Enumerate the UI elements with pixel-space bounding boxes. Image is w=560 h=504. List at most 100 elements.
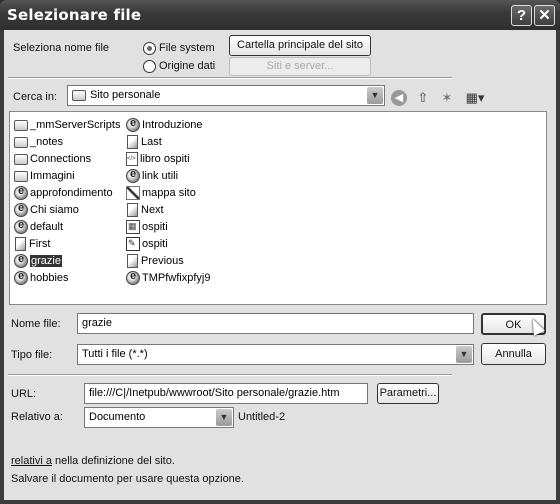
chevron-down-icon[interactable]: ▼	[367, 87, 383, 104]
view-menu-icon[interactable]: ▦▾	[462, 89, 488, 107]
new-folder-icon[interactable]: ✶	[438, 89, 456, 107]
file-item[interactable]: libro ospiti	[126, 150, 190, 167]
file-name: ospiti	[142, 237, 168, 250]
html-file-icon	[126, 270, 140, 285]
filetype-label: Tipo file:	[11, 349, 53, 361]
relative-to-link[interactable]: relativi a	[11, 455, 52, 467]
file-name: Connections	[30, 152, 92, 165]
file-item[interactable]: ospiti	[126, 235, 168, 252]
file-name: Introduzione	[142, 118, 203, 131]
folder-icon	[14, 154, 28, 165]
url-label: URL:	[11, 388, 37, 400]
look-in-label: Cerca in:	[13, 91, 58, 103]
back-icon[interactable]: ◀	[391, 90, 407, 106]
html-file-icon	[14, 253, 28, 268]
doc-file-icon	[127, 253, 138, 268]
look-in-value: Sito personale	[90, 89, 161, 101]
folder-icon	[14, 137, 28, 148]
file-name: grazie	[30, 254, 62, 267]
filename-input[interactable]: grazie	[77, 313, 474, 334]
site-root-button[interactable]: Cartella principale del sito	[229, 35, 371, 56]
doc-file-icon	[127, 202, 138, 217]
file-name: libro ospiti	[140, 152, 190, 165]
file-item[interactable]: mappa sito	[126, 184, 196, 201]
file-name: TMPfwfixpfyj9	[142, 271, 211, 284]
file-item[interactable]: Introduzione	[126, 116, 203, 133]
up-folder-icon[interactable]: ⇧	[414, 89, 432, 107]
file-item[interactable]: grazie	[14, 252, 62, 269]
file-item[interactable]: Connections	[14, 150, 91, 167]
html-file-icon	[126, 168, 140, 183]
sites-servers-button[interactable]: Siti e server...	[229, 57, 371, 76]
window-title: Selezionare file	[7, 6, 142, 24]
folder-icon	[14, 171, 28, 182]
select-source-label: Seleziona nome file	[13, 42, 110, 54]
help-button[interactable]: ?	[511, 5, 532, 26]
file-name: approfondimento	[30, 186, 113, 199]
document-name: Untitled-2	[238, 411, 286, 423]
file-system-radio[interactable]	[143, 42, 156, 55]
filetype-value: Tutti i file (*.*)	[82, 348, 148, 360]
params-button[interactable]: Parametri...	[377, 383, 439, 404]
file-item[interactable]: default	[14, 218, 63, 235]
html-file-icon	[14, 270, 28, 285]
file-name: mappa sito	[142, 186, 196, 199]
folder-icon	[14, 120, 28, 131]
file-name: Next	[141, 203, 164, 216]
filename-label: Nome file:	[11, 318, 61, 330]
filetype-combo[interactable]: Tutti i file (*.*) ▼	[77, 344, 474, 365]
data-source-label[interactable]: Origine dati	[159, 60, 215, 72]
file-item[interactable]: Previous	[126, 252, 184, 269]
file-item[interactable]: TMPfwfixpfyj9	[126, 269, 210, 286]
chevron-down-icon[interactable]: ▼	[456, 346, 472, 363]
cancel-button[interactable]: Annulla	[481, 343, 546, 365]
html-file-icon	[14, 202, 28, 217]
file-name: Last	[141, 135, 162, 148]
dialog-body: Seleziona nome file File system Origine …	[4, 30, 556, 500]
file-item[interactable]: Chi siamo	[14, 201, 79, 218]
map-file-icon	[126, 185, 140, 200]
file-item[interactable]: Next	[126, 201, 164, 218]
doc-file-icon	[15, 236, 26, 251]
footer-line-1-text: nella definizione del sito.	[51, 455, 175, 467]
close-button[interactable]: ✕	[534, 5, 555, 26]
file-item[interactable]: _notes	[14, 133, 63, 150]
file-item[interactable]: link utili	[126, 167, 178, 184]
file-name: First	[29, 237, 51, 250]
relative-value: Documento	[89, 411, 146, 423]
file-name: _mmServerScripts	[30, 118, 121, 131]
file-item[interactable]: ospiti	[126, 218, 168, 235]
file-name: Immagini	[30, 169, 75, 182]
file-system-label[interactable]: File system	[159, 42, 215, 54]
separator	[8, 374, 452, 376]
file-name: link utili	[142, 169, 179, 182]
title-bar: Selezionare file ? ✕	[0, 0, 560, 30]
file-name: ospiti	[142, 220, 168, 233]
relative-combo[interactable]: Documento ▼	[84, 407, 234, 428]
look-in-combo[interactable]: Sito personale ▼	[67, 85, 385, 106]
footer-line-2: Salvare il documento per usare questa op…	[11, 473, 244, 485]
file-item[interactable]: _mmServerScripts	[14, 116, 120, 133]
chevron-down-icon[interactable]: ▼	[216, 409, 232, 426]
file-dialog: Selezionare file ? ✕ Seleziona nome file…	[0, 0, 560, 504]
file-item[interactable]: approfondimento	[14, 184, 113, 201]
file-item[interactable]: hobbies	[14, 269, 69, 286]
html-file-icon	[126, 117, 140, 132]
doc-file-icon	[127, 134, 138, 149]
code-file-icon	[126, 151, 138, 166]
file-name: default	[30, 220, 64, 233]
form-file-icon	[126, 219, 140, 234]
url-input[interactable]: file:///C|/Inetpub/wwwroot/Sito personal…	[84, 383, 368, 404]
file-item[interactable]: Immagini	[14, 167, 75, 184]
html-file-icon	[14, 219, 28, 234]
file-item[interactable]: Last	[126, 133, 162, 150]
script-file-icon	[126, 236, 140, 251]
data-source-radio[interactable]	[143, 60, 156, 73]
html-file-icon	[14, 185, 28, 200]
file-list[interactable]: _mmServerScripts _notes Connections Immagin…	[9, 111, 547, 305]
file-name: hobbies	[30, 271, 69, 284]
folder-icon	[72, 90, 86, 101]
file-item[interactable]: First	[14, 235, 50, 252]
separator	[8, 77, 452, 79]
file-name: Previous	[141, 254, 184, 267]
